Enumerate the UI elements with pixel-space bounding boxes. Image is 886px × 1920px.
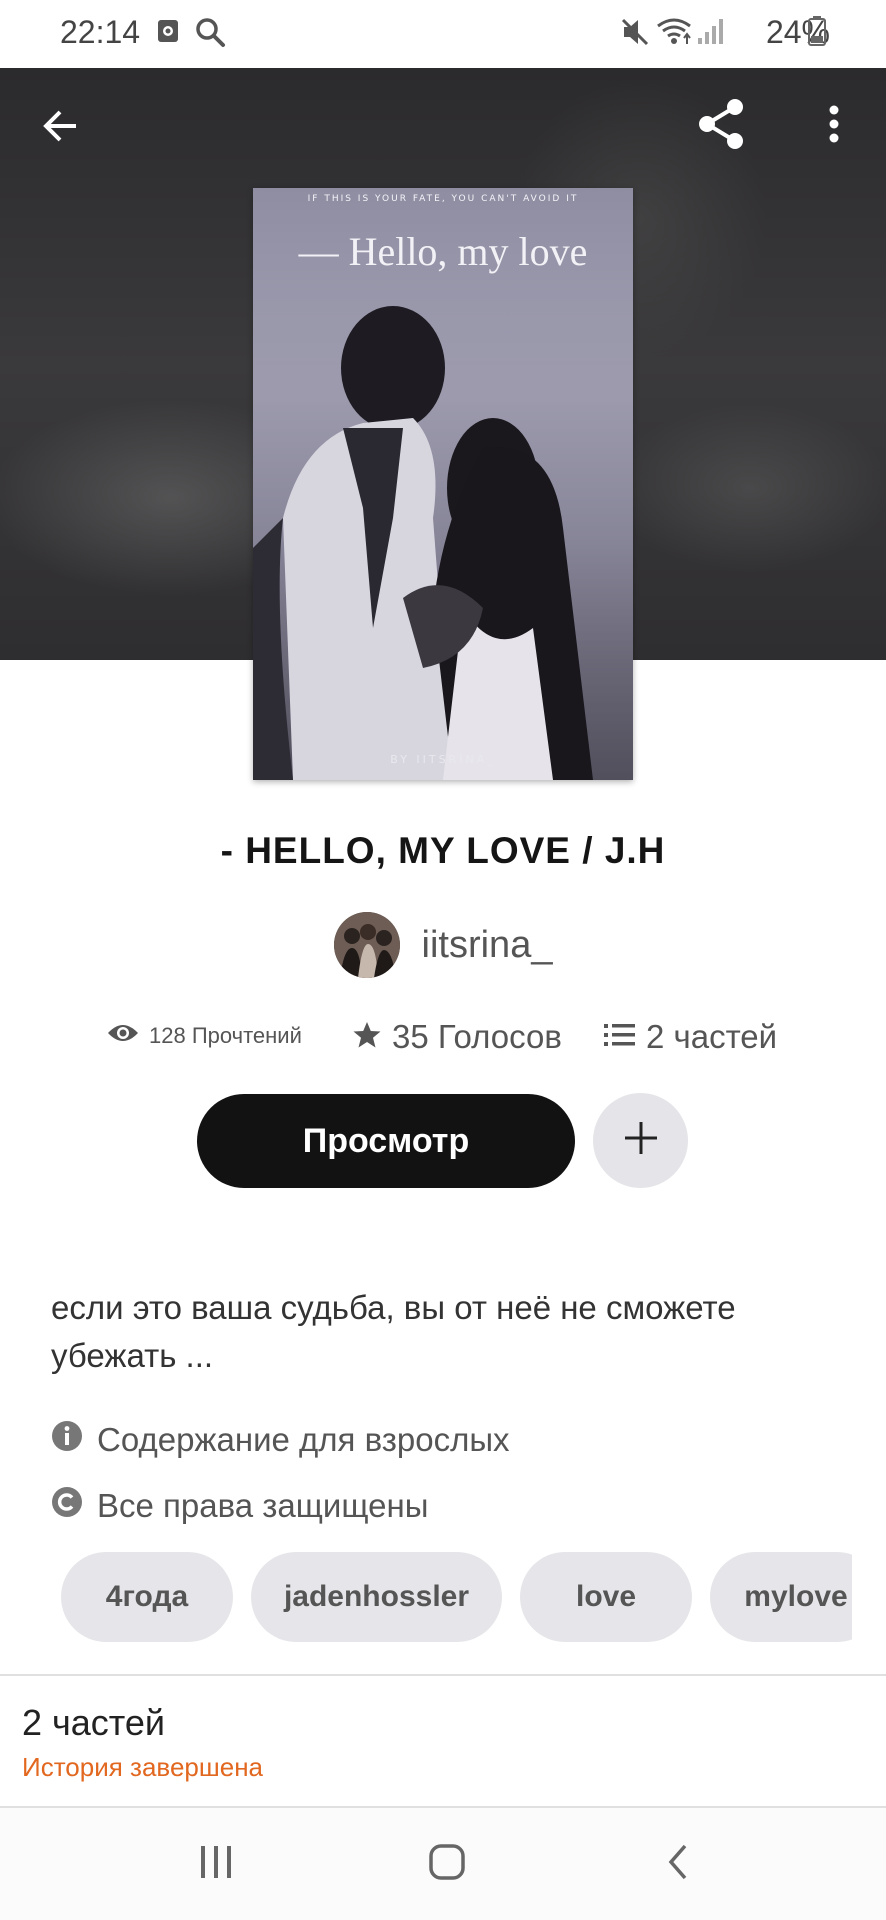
- read-button[interactable]: Просмотр: [197, 1094, 575, 1188]
- home-button[interactable]: [407, 1828, 487, 1900]
- arrow-left-icon: [40, 106, 80, 151]
- reads-count: 128 Прочтений: [149, 1022, 302, 1048]
- story-stats: 128 Прочтений 35 Голосов 2 частей: [0, 1018, 886, 1062]
- tag-list[interactable]: 4года jadenhossler love mylove: [0, 1552, 852, 1644]
- tag-chip[interactable]: mylove: [710, 1552, 852, 1642]
- cover-tagline: IF THIS IS YOUR FATE, YOU CAN'T AVOID IT: [307, 194, 579, 204]
- copyright-label: Все права защищены: [97, 1487, 429, 1524]
- share-icon: [695, 97, 749, 156]
- mute-icon: [620, 16, 650, 56]
- plus-icon: [621, 1118, 661, 1163]
- share-button[interactable]: [682, 86, 762, 166]
- tag-chip[interactable]: jadenhossler: [251, 1552, 502, 1642]
- parts-stat: 2 частей: [604, 1018, 777, 1056]
- signal-icon: [696, 16, 724, 54]
- recent-apps-icon: [196, 1844, 236, 1885]
- eye-icon: [107, 1022, 139, 1049]
- cover-title: — Hello, my love: [298, 229, 588, 274]
- chevron-left-icon: [663, 1842, 693, 1887]
- info-icon: [51, 1420, 83, 1460]
- mature-content-row: Содержание для взрослых: [51, 1420, 510, 1460]
- status-bar: 22:14 24%: [0, 0, 886, 68]
- cover-photo: [253, 188, 633, 780]
- story-title: - HELLO, MY LOVE / J.H: [220, 830, 666, 871]
- status-time: 22:14: [60, 14, 141, 50]
- copyright-row: Все права защищены: [51, 1486, 428, 1526]
- back-button[interactable]: [20, 88, 100, 168]
- parts-section-title[interactable]: 2 частей: [22, 1702, 165, 1744]
- more-vert-icon: [828, 104, 840, 149]
- screen-record-icon: [156, 16, 180, 53]
- search-icon: [194, 16, 226, 56]
- copyright-icon: [51, 1486, 83, 1526]
- author-row[interactable]: iitsrina_: [0, 910, 886, 980]
- reads-stat: 128 Прочтений: [107, 1022, 302, 1049]
- cover-byline: BY IITSRINA_: [390, 753, 496, 766]
- story-details-screen: 22:14 24% IF THIS IS YOUR FATE, YOU CAN'…: [0, 0, 886, 1920]
- recent-apps-button[interactable]: [176, 1828, 256, 1900]
- parts-count: 2 частей: [646, 1018, 778, 1055]
- section-divider: [0, 1674, 886, 1676]
- home-icon: [427, 1842, 467, 1887]
- story-description: если это ваша судьба, вы от неё не сможе…: [51, 1289, 736, 1374]
- back-nav-button[interactable]: [638, 1828, 718, 1900]
- wifi-icon: [656, 16, 692, 56]
- author-avatar[interactable]: [333, 912, 400, 978]
- more-options-button[interactable]: [794, 86, 874, 166]
- story-complete-status: История завершена: [22, 1752, 264, 1782]
- votes-stat: 35 Голосов: [352, 1018, 562, 1056]
- star-icon: [352, 1020, 382, 1055]
- battery-icon: [808, 16, 826, 54]
- add-to-library-button[interactable]: [593, 1093, 688, 1188]
- tag-chip[interactable]: 4года: [61, 1552, 233, 1642]
- author-username[interactable]: iitsrina_: [422, 924, 553, 967]
- story-cover-image[interactable]: IF THIS IS YOUR FATE, YOU CAN'T AVOID IT…: [253, 188, 633, 780]
- mature-content-label: Содержание для взрослых: [97, 1421, 510, 1458]
- system-nav-bar: [0, 1808, 886, 1920]
- votes-count: 35 Голосов: [392, 1018, 562, 1055]
- tag-chip[interactable]: love: [520, 1552, 692, 1642]
- list-icon: [604, 1022, 636, 1053]
